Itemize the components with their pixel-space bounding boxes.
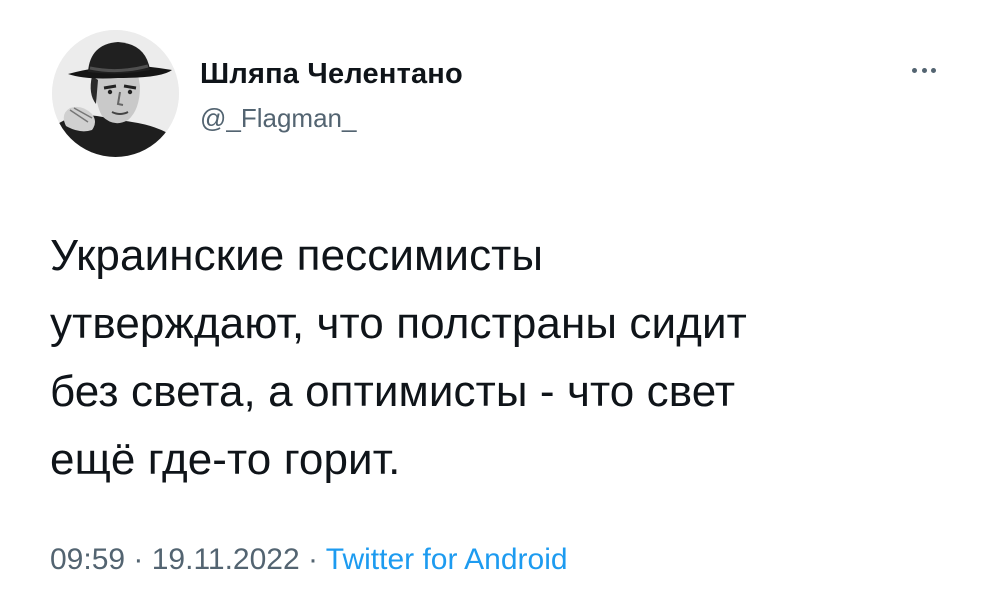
tweet-card: Шляпа Челентано @_Flagman_ Украинские пе…	[0, 0, 1000, 607]
tweet-meta: 09:59 · 19.11.2022 · Twitter for Android	[50, 543, 568, 577]
tweet-text: Украинские пессимисты утверждают, что по…	[50, 231, 747, 484]
tweet-date[interactable]: 19.11.2022	[152, 543, 300, 576]
tweet-source-link[interactable]: Twitter for Android	[326, 543, 568, 576]
avatar[interactable]	[52, 30, 179, 157]
meta-separator: ·	[125, 543, 152, 576]
tweet-time[interactable]: 09:59	[50, 543, 125, 576]
meta-separator: ·	[299, 543, 326, 576]
more-dot	[931, 67, 936, 73]
author-handle[interactable]: @_Flagman_	[200, 103, 356, 134]
author-display-name[interactable]: Шляпа Челентано	[200, 58, 463, 91]
portrait-in-hat-avatar-icon	[52, 30, 179, 157]
more-dot	[912, 67, 917, 73]
more-dot	[921, 67, 927, 73]
more-horizontal-icon[interactable]	[900, 62, 948, 78]
